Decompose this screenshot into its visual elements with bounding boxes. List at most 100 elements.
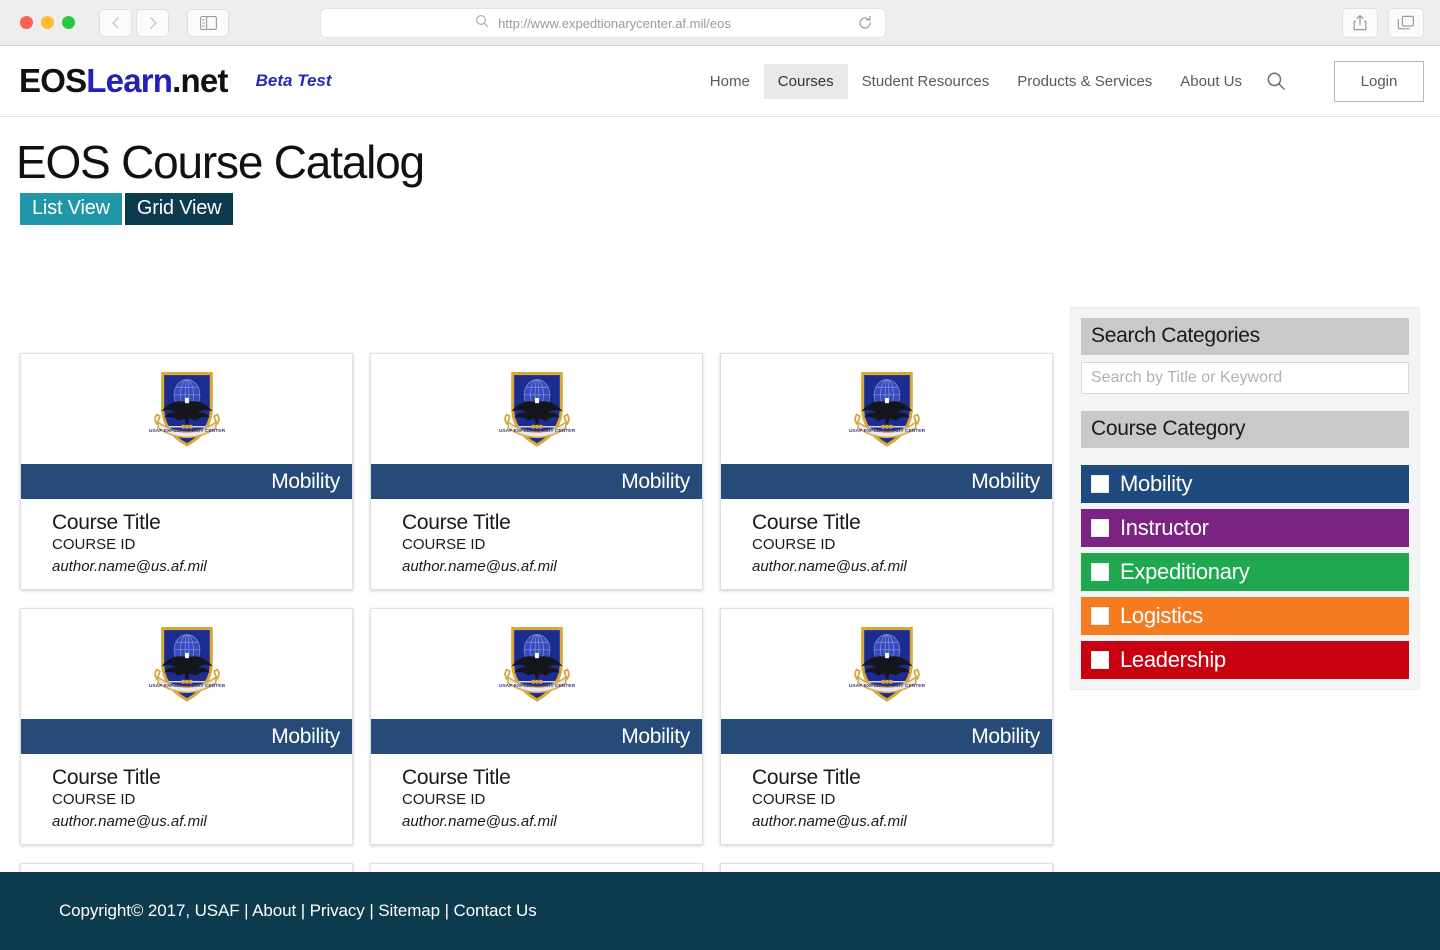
course-title: Course Title [402,766,511,790]
sidebar-toggle-icon[interactable] [187,8,229,37]
forward-arrow-icon[interactable] [136,8,169,37]
maximize-window-button[interactable] [62,16,75,29]
nav-item-student-resources[interactable]: Student Resources [848,64,1004,99]
course-card-body: Course Title COURSE ID author.name@us.af.m… [371,499,702,589]
course-title: Course Title [402,511,511,534]
course-id: COURSE ID [402,791,486,809]
category-checkbox[interactable] [1091,563,1109,581]
close-window-button[interactable] [20,16,33,29]
course-card-body: Course Title COURSE ID author.name@us.af.m… [721,754,1052,844]
nav-item-courses[interactable]: Courses [763,63,848,99]
nav-item-home[interactable]: Home [696,64,764,99]
course-category-label: Mobility [971,469,1040,493]
search-categories-header: Search Categories [1081,318,1409,355]
search-input[interactable] [1081,362,1409,394]
course-id: COURSE ID [52,536,136,554]
category-filter-list: Mobility Instructor Expeditionary Logistics… [1081,465,1409,679]
course-card-body: Course Title COURSE ID author.name@us.af.m… [21,754,352,844]
page-content: EOS Course Catalog List View Grid View U… [0,117,1440,950]
browser-toolbar-right [1342,8,1424,38]
footer-separator: | [244,901,249,920]
minimize-window-button[interactable] [41,16,54,29]
course-author-email: author.name@us.af.mil [52,558,207,576]
course-category-band: Mobility [721,719,1052,755]
course-category-label: Mobility [971,724,1040,748]
course-card[interactable]: USAF EXPEDITIONARY CENTER Mobility Course… [20,608,353,846]
footer-link-privacy[interactable]: Privacy [310,901,365,920]
footer-separator: | [369,901,374,920]
course-id: COURSE ID [752,536,836,554]
search-icon[interactable] [1266,71,1286,91]
course-card-body: Course Title COURSE ID author.name@us.af.m… [371,754,702,844]
course-title: Course Title [52,511,161,534]
back-arrow-icon[interactable] [99,8,132,37]
footer-separator: | [300,901,306,920]
navigation-arrows [99,8,169,37]
svg-text:USAF EXPEDITIONARY CENTER: USAF EXPEDITIONARY CENTER [499,428,575,434]
tab-overview-icon[interactable] [1388,8,1424,38]
course-card-emblem: USAF EXPEDITIONARY CENTER [721,354,1052,464]
course-id: COURSE ID [752,791,836,809]
category-label: Instructor [1120,515,1209,540]
course-card[interactable]: USAF EXPEDITIONARY CENTER Mobility Course… [720,353,1053,591]
list-view-button[interactable]: List View [20,193,122,225]
footer-links: Copyright© 2017, USAF | About | Privacy … [59,901,537,921]
course-title: Course Title [52,766,161,790]
footer-link-sitemap[interactable]: Sitemap [378,901,440,920]
course-category-band: Mobility [371,719,702,755]
category-filter-mobility[interactable]: Mobility [1081,465,1409,503]
main-navigation: Home Courses Student Resources Products … [696,63,1290,99]
svg-text:USAF EXPEDITIONARY CENTER: USAF EXPEDITIONARY CENTER [499,683,575,689]
course-card-body: Course Title COURSE ID author.name@us.af.m… [721,499,1052,589]
course-author-email: author.name@us.af.mil [752,813,907,831]
footer-link-contact-us[interactable]: Contact Us [454,901,537,920]
category-filter-leadership[interactable]: Leadership [1081,641,1409,679]
beta-test-tagline: Beta Test [255,71,332,90]
category-checkbox[interactable] [1091,651,1109,669]
window-controls [20,16,75,29]
course-card[interactable]: USAF EXPEDITIONARY CENTER Mobility Course… [20,353,353,591]
course-id: COURSE ID [402,536,486,554]
category-filter-instructor[interactable]: Instructor [1081,509,1409,547]
search-icon [475,14,489,33]
category-checkbox[interactable] [1091,607,1109,625]
nav-item-products-services[interactable]: Products & Services [1003,64,1166,99]
usaf-expeditionary-center-emblem-icon: USAF EXPEDITIONARY CENTER [849,371,925,447]
course-card-emblem: USAF EXPEDITIONARY CENTER [21,354,352,464]
course-card-emblem: USAF EXPEDITIONARY CENTER [21,609,352,720]
footer-link-about[interactable]: About [252,901,296,920]
logo-part-eos: EOS [19,62,87,99]
usaf-expeditionary-center-emblem-icon: USAF EXPEDITIONARY CENTER [149,371,225,447]
course-category-label: Mobility [621,724,690,748]
category-label: Expeditionary [1120,559,1250,584]
usaf-expeditionary-center-emblem-icon: USAF EXPEDITIONARY CENTER [499,371,575,447]
course-card-grid: USAF EXPEDITIONARY CENTER Mobility Course… [20,353,1054,950]
course-card-emblem: USAF EXPEDITIONARY CENTER [721,609,1052,720]
category-filter-expeditionary[interactable]: Expeditionary [1081,553,1409,591]
reload-icon[interactable] [857,15,873,36]
logo-part-learn: Learn [86,62,173,99]
category-checkbox[interactable] [1091,475,1109,493]
course-category-label: Mobility [621,469,690,493]
course-card[interactable]: USAF EXPEDITIONARY CENTER Mobility Course… [720,608,1053,846]
address-bar[interactable]: http://www.expedtionarycenter.af.mil/eos [320,8,886,38]
category-label: Logistics [1120,603,1203,628]
grid-view-button[interactable]: Grid View [124,193,234,225]
svg-text:USAF EXPEDITIONARY CENTER: USAF EXPEDITIONARY CENTER [149,428,225,434]
site-footer: Copyright© 2017, USAF | About | Privacy … [0,872,1440,950]
svg-text:USAF EXPEDITIONARY CENTER: USAF EXPEDITIONARY CENTER [849,683,925,689]
course-id: COURSE ID [52,791,136,809]
nav-item-about-us[interactable]: About Us [1166,64,1256,99]
course-card[interactable]: USAF EXPEDITIONARY CENTER Mobility Course… [370,353,703,591]
browser-chrome: http://www.expedtionarycenter.af.mil/eos [0,0,1440,46]
svg-text:USAF EXPEDITIONARY CENTER: USAF EXPEDITIONARY CENTER [849,428,925,434]
category-checkbox[interactable] [1091,519,1109,537]
course-author-email: author.name@us.af.mil [52,813,207,831]
course-card[interactable]: USAF EXPEDITIONARY CENTER Mobility Course… [370,608,703,846]
share-icon[interactable] [1342,8,1378,38]
category-filter-logistics[interactable]: Logistics [1081,597,1409,635]
category-label: Leadership [1120,647,1226,672]
usaf-expeditionary-center-emblem-icon: USAF EXPEDITIONARY CENTER [149,626,225,702]
login-button[interactable]: Login [1334,61,1424,102]
site-logo[interactable]: EOSLearn.net [19,62,228,100]
